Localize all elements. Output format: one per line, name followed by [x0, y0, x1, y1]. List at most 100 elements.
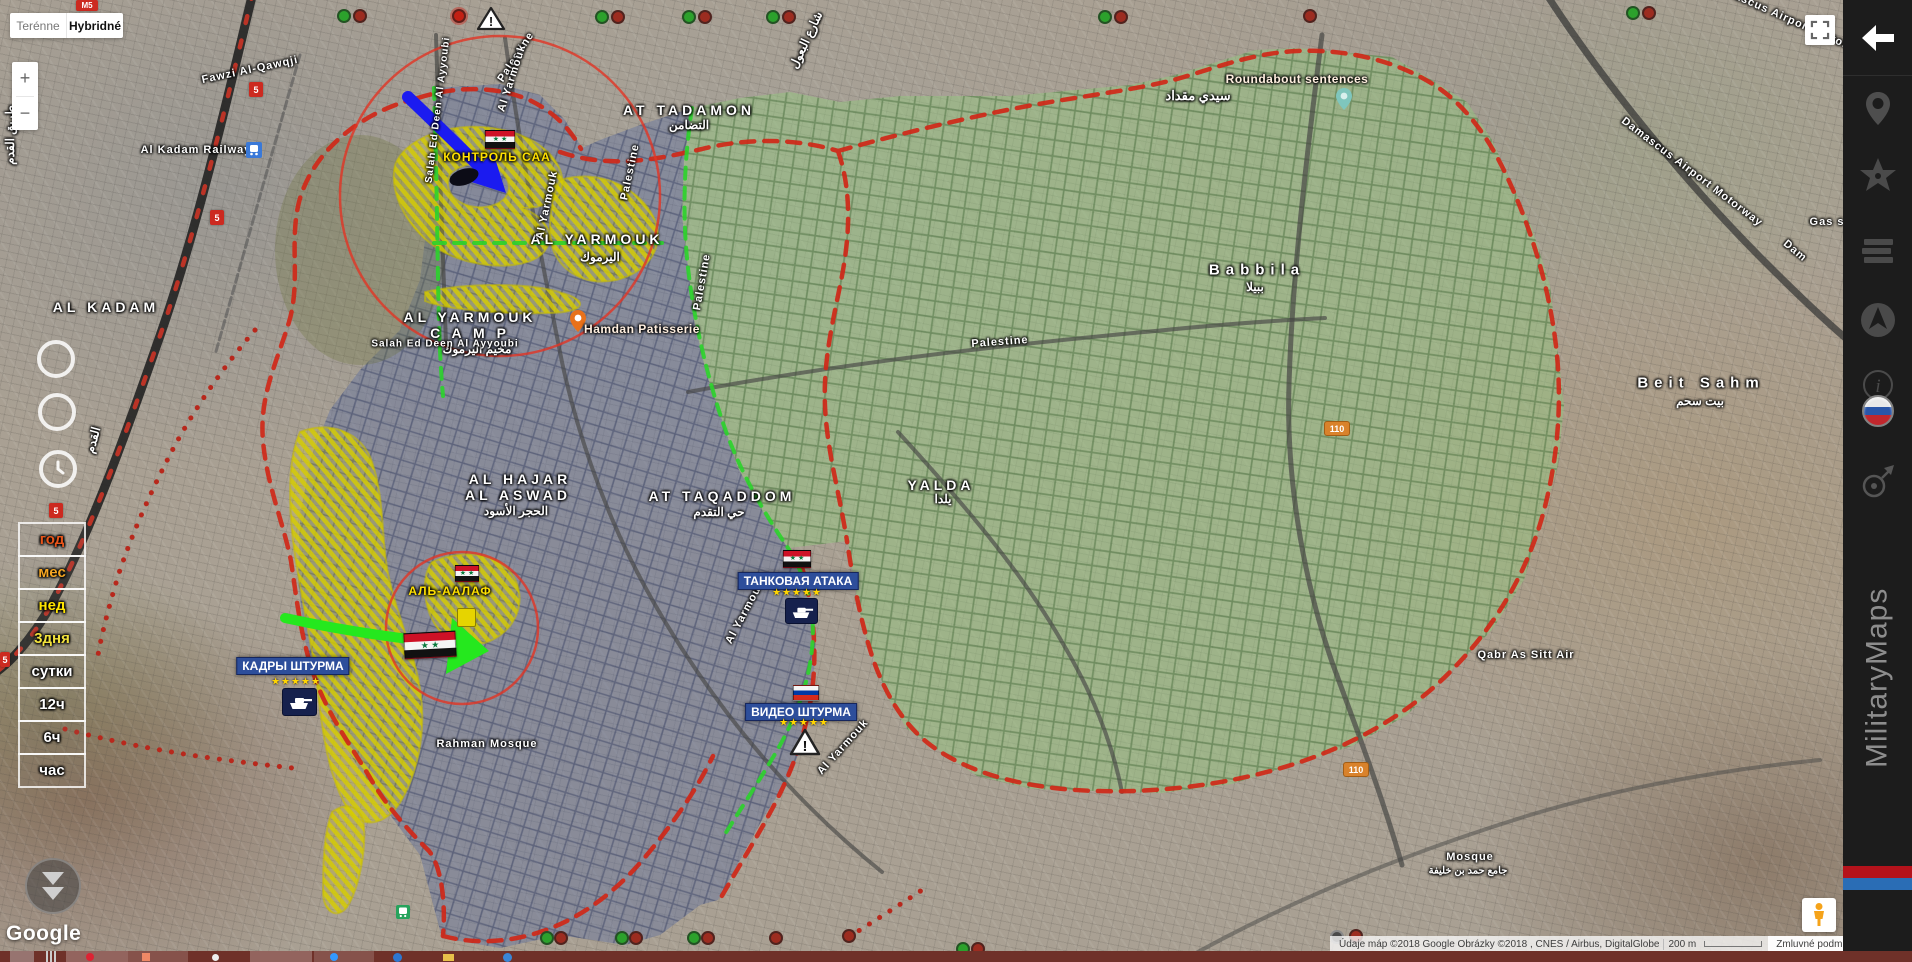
time-filter-week[interactable]: нед — [18, 588, 86, 623]
event-dot-green[interactable] — [337, 9, 351, 23]
poi-label: Mosque — [1446, 851, 1494, 863]
event-dot-red[interactable] — [769, 931, 783, 945]
taskbar-icon[interactable] — [86, 953, 94, 961]
warning-triangle-icon[interactable]: ! — [476, 6, 506, 31]
route-5-badge: 5 — [210, 210, 224, 225]
scroll-down-button[interactable] — [25, 858, 81, 914]
clock-tool-icon[interactable] — [39, 450, 77, 488]
taskbar-icon[interactable] — [46, 951, 58, 962]
taskbar-icon[interactable] — [330, 953, 338, 961]
event-dot-red[interactable] — [698, 10, 712, 24]
syria-flag-icon: ★ ★ — [455, 565, 479, 582]
target-locate-icon[interactable] — [1856, 460, 1900, 509]
map-type-hybrid-button[interactable]: Hybridné — [67, 13, 123, 38]
taskbar-icon[interactable] — [212, 954, 219, 961]
taskbar-icon-folder[interactable] — [443, 954, 454, 961]
district-label: AL YARMOUK — [530, 231, 663, 247]
event-dot-green[interactable] — [615, 931, 629, 945]
pegman-button[interactable] — [1802, 898, 1836, 932]
event-dot-red[interactable] — [353, 9, 367, 23]
event-dot-red[interactable] — [1114, 10, 1128, 24]
event-dot-green[interactable] — [766, 10, 780, 24]
divider — [1843, 75, 1912, 76]
taskbar-app[interactable] — [314, 951, 374, 962]
poi-label: Rahman Mosque — [436, 738, 537, 750]
navigation-compass-icon[interactable] — [1856, 298, 1900, 347]
event-dot-red[interactable] — [611, 10, 625, 24]
tank-icon[interactable] — [282, 688, 317, 716]
event-label[interactable]: КАДРЫ ШТУРМА — [236, 657, 349, 675]
district-label: YALDA — [908, 477, 975, 493]
poi-marker-roundabout[interactable] — [1336, 88, 1352, 110]
time-filter-3days[interactable]: 3дня — [18, 621, 86, 656]
time-filter-24h[interactable]: сутки — [18, 654, 86, 689]
poi-label: Qabr As Sitt Air — [1477, 649, 1574, 661]
route-110-badge: 110 — [1324, 421, 1350, 436]
time-filter-month[interactable]: мес — [18, 555, 86, 590]
time-filter-year[interactable]: год — [18, 522, 86, 557]
tank-icon[interactable] — [785, 598, 818, 624]
russia-language-flag-icon[interactable] — [1862, 395, 1894, 427]
event-dot-red[interactable] — [842, 929, 856, 943]
district-label-ar: ببيلا — [1246, 280, 1264, 294]
district-label-ar: الحجر الأسود — [484, 504, 548, 518]
district-label-ar: بيت سحم — [1676, 394, 1724, 408]
location-pin-icon[interactable] — [1858, 88, 1898, 133]
control-saa-label: КОНТРОЛЬ САА — [443, 150, 551, 164]
event-stars: ★★★★★ — [779, 718, 829, 729]
event-dot-red[interactable] — [701, 931, 715, 945]
taskbar-icon[interactable] — [142, 953, 150, 961]
street-label: Al Kadam Railway — [141, 144, 252, 156]
taskbar-app[interactable] — [250, 951, 312, 962]
event-stars: ★★★★★ — [772, 588, 822, 599]
event-dot-green[interactable] — [540, 931, 554, 945]
taskbar-icon[interactable] — [10, 951, 34, 962]
windows-taskbar[interactable] — [0, 951, 1912, 962]
event-dot-green[interactable] — [687, 931, 701, 945]
zoom-in-button[interactable]: + — [12, 62, 38, 96]
district-label-ar: يلدا — [935, 492, 952, 506]
zoom-out-button[interactable]: − — [12, 97, 38, 131]
event-dot-green[interactable] — [1626, 6, 1640, 20]
event-dot-red[interactable] — [782, 10, 796, 24]
scale-bar — [1704, 941, 1762, 947]
event-dot-green[interactable] — [1098, 10, 1112, 24]
al-aalaf-label: АЛЬ-ААЛАФ — [408, 584, 491, 598]
event-dot-green[interactable] — [682, 10, 696, 24]
event-dot-red[interactable] — [1642, 6, 1656, 20]
event-dot-green[interactable] — [595, 10, 609, 24]
event-dot-red[interactable] — [554, 931, 568, 945]
map-tool-circle-1[interactable] — [37, 340, 75, 378]
google-logo[interactable]: Google — [6, 922, 81, 946]
taskbar-app[interactable] — [66, 951, 128, 962]
taskbar-app[interactable] — [128, 951, 188, 962]
syria-flag-icon: ★ ★ — [403, 631, 456, 660]
map-canvas[interactable]: AL KADAM AT TADAMON التضامن AL YARMOUK ا… — [0, 0, 1843, 962]
time-filter-1h[interactable]: час — [18, 753, 86, 788]
taskbar-icon-ie[interactable] — [393, 953, 402, 962]
brand-vertical-text: MilitaryMaps — [1843, 505, 1912, 850]
event-dot-red[interactable] — [1303, 9, 1317, 23]
district-label: Babbila — [1209, 262, 1305, 279]
terms-link[interactable]: Zmluvné podmienky — [1768, 936, 1843, 952]
event-starburst-red[interactable] — [452, 9, 466, 23]
map-type-terrain-button[interactable]: Terénne — [10, 13, 66, 38]
time-filter-6h[interactable]: 6ч — [18, 720, 86, 755]
back-arrow-icon[interactable] — [1858, 18, 1898, 63]
district-label: AL YARMOUK — [403, 309, 536, 325]
taskbar-icon[interactable] — [503, 953, 512, 962]
syria-flag-icon: ★ ★ — [783, 550, 811, 568]
poi-label[interactable]: Hamdan Patisserie — [584, 322, 700, 336]
route-5-badge: 5 — [249, 82, 263, 97]
route-5-badge: 5 — [49, 503, 63, 518]
district-label: AL HAJAR — [469, 471, 572, 487]
star-icon[interactable] — [1857, 155, 1899, 202]
district-label: AL ASWAD — [465, 487, 571, 503]
map-tool-circle-2[interactable] — [38, 393, 76, 431]
time-filter-12h[interactable]: 12ч — [18, 687, 86, 722]
menu-icon[interactable] — [1858, 232, 1898, 277]
event-dot-red[interactable] — [629, 931, 643, 945]
fullscreen-button[interactable] — [1805, 15, 1835, 45]
poi-label[interactable]: Roundabout sentences — [1226, 72, 1369, 86]
warning-triangle-icon[interactable]: ! — [789, 728, 821, 756]
